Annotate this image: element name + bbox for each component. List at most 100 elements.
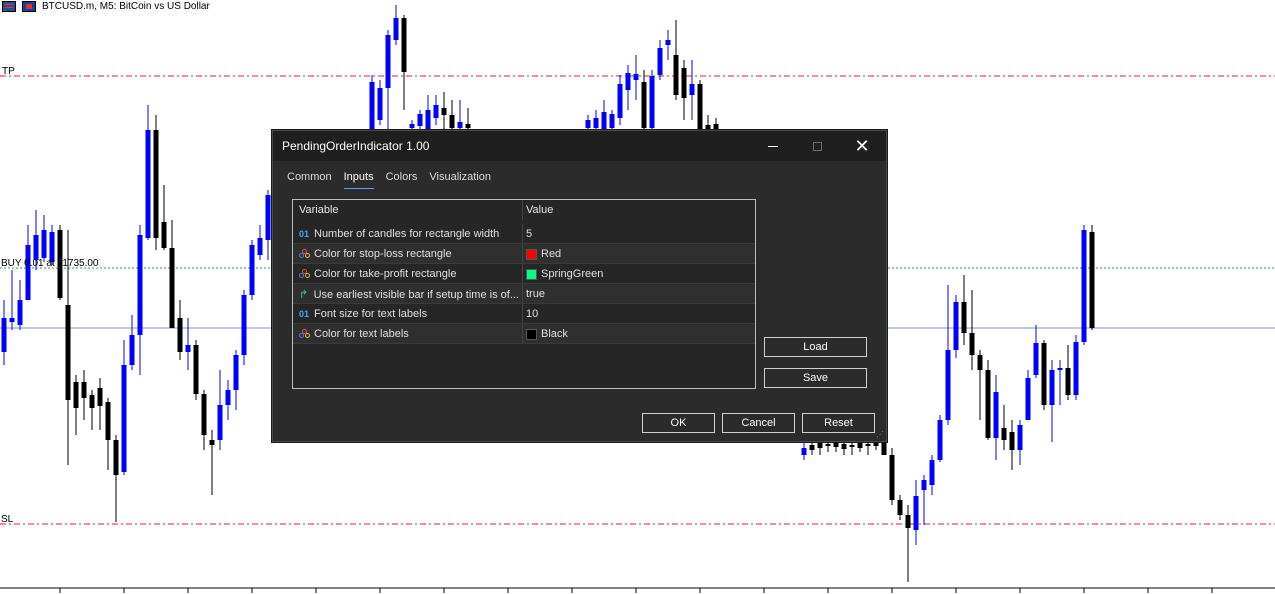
bearish-candle bbox=[193, 345, 199, 394]
bullish-candle bbox=[257, 238, 263, 255]
table-row[interactable]: 01 Font size for text labels 10 bbox=[293, 304, 755, 324]
variable-value[interactable]: Red bbox=[526, 248, 561, 260]
inputs-table: Variable Value 01 Number of candles for … bbox=[292, 199, 756, 389]
bullish-candle bbox=[1033, 343, 1039, 375]
bullish-candle bbox=[993, 392, 999, 438]
bearish-candle bbox=[857, 442, 863, 448]
value-text: Red bbox=[541, 248, 562, 260]
table-row[interactable]: ↱ Use earliest visible bar if setup time… bbox=[293, 284, 755, 304]
variable-name: Color for take-profit rectangle bbox=[314, 268, 457, 280]
bullish-candle bbox=[1025, 378, 1031, 420]
bearish-candle bbox=[961, 302, 967, 333]
bullish-candle bbox=[9, 318, 15, 322]
bearish-candle bbox=[897, 500, 903, 515]
bullish-candle bbox=[121, 365, 127, 472]
close-icon: ✕ bbox=[854, 135, 870, 156]
column-header-variable[interactable]: Variable bbox=[299, 204, 519, 216]
ok-button[interactable]: OK bbox=[642, 413, 715, 433]
variable-value[interactable]: SpringGreen bbox=[526, 268, 603, 280]
bullish-candle bbox=[585, 120, 591, 128]
bearish-candle bbox=[161, 222, 167, 248]
bullish-candle bbox=[409, 124, 415, 128]
variable-value[interactable]: true bbox=[526, 288, 545, 300]
tab-visualization[interactable]: Visualization bbox=[429, 171, 491, 189]
bullish-candle bbox=[433, 105, 439, 118]
variable-value[interactable]: 5 bbox=[526, 228, 532, 240]
buy-order-label: BUY 0.01 at 11735.00 bbox=[1, 258, 99, 269]
bullish-candle bbox=[249, 245, 255, 295]
cancel-button[interactable]: Cancel bbox=[722, 413, 795, 433]
variable-value[interactable]: Black bbox=[526, 328, 568, 340]
bearish-candle bbox=[985, 370, 991, 438]
bearish-candle bbox=[1065, 368, 1071, 395]
table-header-row: Variable Value bbox=[293, 200, 755, 220]
bearish-candle bbox=[81, 382, 87, 398]
bullish-candle bbox=[801, 448, 807, 455]
indicator-properties-dialog: PendingOrderIndicator 1.00 ✕ Common Inpu… bbox=[272, 130, 887, 442]
numeric-icon: 01 bbox=[299, 229, 310, 239]
bullish-candle bbox=[1017, 425, 1023, 450]
numeric-icon: 01 bbox=[299, 309, 310, 319]
reset-button[interactable]: Reset bbox=[802, 413, 875, 433]
tab-colors[interactable]: Colors bbox=[386, 171, 418, 189]
bullish-candle bbox=[369, 82, 375, 135]
maximize-icon bbox=[812, 141, 822, 151]
bullish-candle bbox=[233, 355, 239, 390]
minimize-button[interactable] bbox=[751, 131, 795, 161]
tp-level-label: TP bbox=[2, 66, 15, 77]
bullish-candle bbox=[145, 130, 151, 238]
bearish-candle bbox=[65, 305, 71, 400]
dialog-title: PendingOrderIndicator 1.00 bbox=[282, 139, 430, 153]
tab-inputs[interactable]: Inputs bbox=[343, 171, 374, 189]
color-swatch bbox=[526, 268, 537, 280]
bearish-candle bbox=[169, 248, 175, 328]
variable-name: Number of candles for rectangle width bbox=[314, 228, 500, 240]
bearish-candle bbox=[865, 444, 871, 446]
table-row[interactable]: Color for take-profit rectangle SpringGr… bbox=[293, 264, 755, 284]
bullish-candle bbox=[129, 335, 135, 365]
bullish-candle bbox=[41, 230, 47, 258]
save-button[interactable]: Save bbox=[764, 368, 867, 388]
tab-common[interactable]: Common bbox=[287, 171, 332, 189]
bearish-candle bbox=[97, 388, 103, 406]
bearish-candle bbox=[441, 108, 447, 115]
column-header-value[interactable]: Value bbox=[526, 204, 553, 216]
bullish-candle bbox=[649, 76, 655, 128]
bullish-candle bbox=[25, 245, 31, 300]
bullish-candle bbox=[633, 74, 639, 80]
broker-logo-icon bbox=[22, 1, 36, 12]
bullish-candle bbox=[921, 480, 927, 490]
chart-list-icon bbox=[2, 1, 16, 12]
bearish-candle bbox=[89, 395, 95, 408]
bullish-candle bbox=[1057, 368, 1063, 370]
bullish-candle bbox=[265, 195, 271, 240]
sl-level-label: SL bbox=[1, 514, 14, 525]
dialog-titlebar[interactable]: PendingOrderIndicator 1.00 ✕ bbox=[273, 131, 886, 161]
bullish-candle bbox=[593, 118, 599, 128]
table-row[interactable]: 01 Number of candles for rectangle width… bbox=[293, 224, 755, 244]
bearish-candle bbox=[201, 394, 207, 435]
bullish-candle bbox=[225, 390, 231, 405]
dialog-tabs: Common Inputs Colors Visualization bbox=[287, 171, 503, 189]
bearish-candle bbox=[177, 318, 183, 352]
bullish-candle bbox=[1073, 342, 1079, 395]
bearish-candle bbox=[641, 82, 647, 128]
bearish-candle bbox=[1041, 343, 1047, 405]
maximize-button[interactable] bbox=[795, 131, 839, 161]
resize-grip-icon[interactable]: ⋰ bbox=[876, 431, 884, 439]
bearish-candle bbox=[977, 355, 983, 370]
variable-name: Font size for text labels bbox=[314, 308, 428, 320]
table-row[interactable]: Color for stop-loss rectangle Red bbox=[293, 244, 755, 264]
load-button[interactable]: Load bbox=[764, 337, 867, 357]
bullish-candle bbox=[1, 318, 7, 352]
bullish-candle bbox=[665, 40, 671, 45]
bearish-candle bbox=[449, 115, 455, 128]
table-row[interactable]: Color for text labels Black bbox=[293, 324, 755, 344]
close-button[interactable]: ✕ bbox=[840, 131, 884, 161]
value-text: SpringGreen bbox=[541, 268, 604, 280]
bearish-candle bbox=[969, 333, 975, 355]
variable-value[interactable]: 10 bbox=[526, 308, 538, 320]
bullish-candle bbox=[137, 235, 143, 335]
bullish-candle bbox=[929, 460, 935, 485]
bearish-candle bbox=[105, 402, 111, 440]
